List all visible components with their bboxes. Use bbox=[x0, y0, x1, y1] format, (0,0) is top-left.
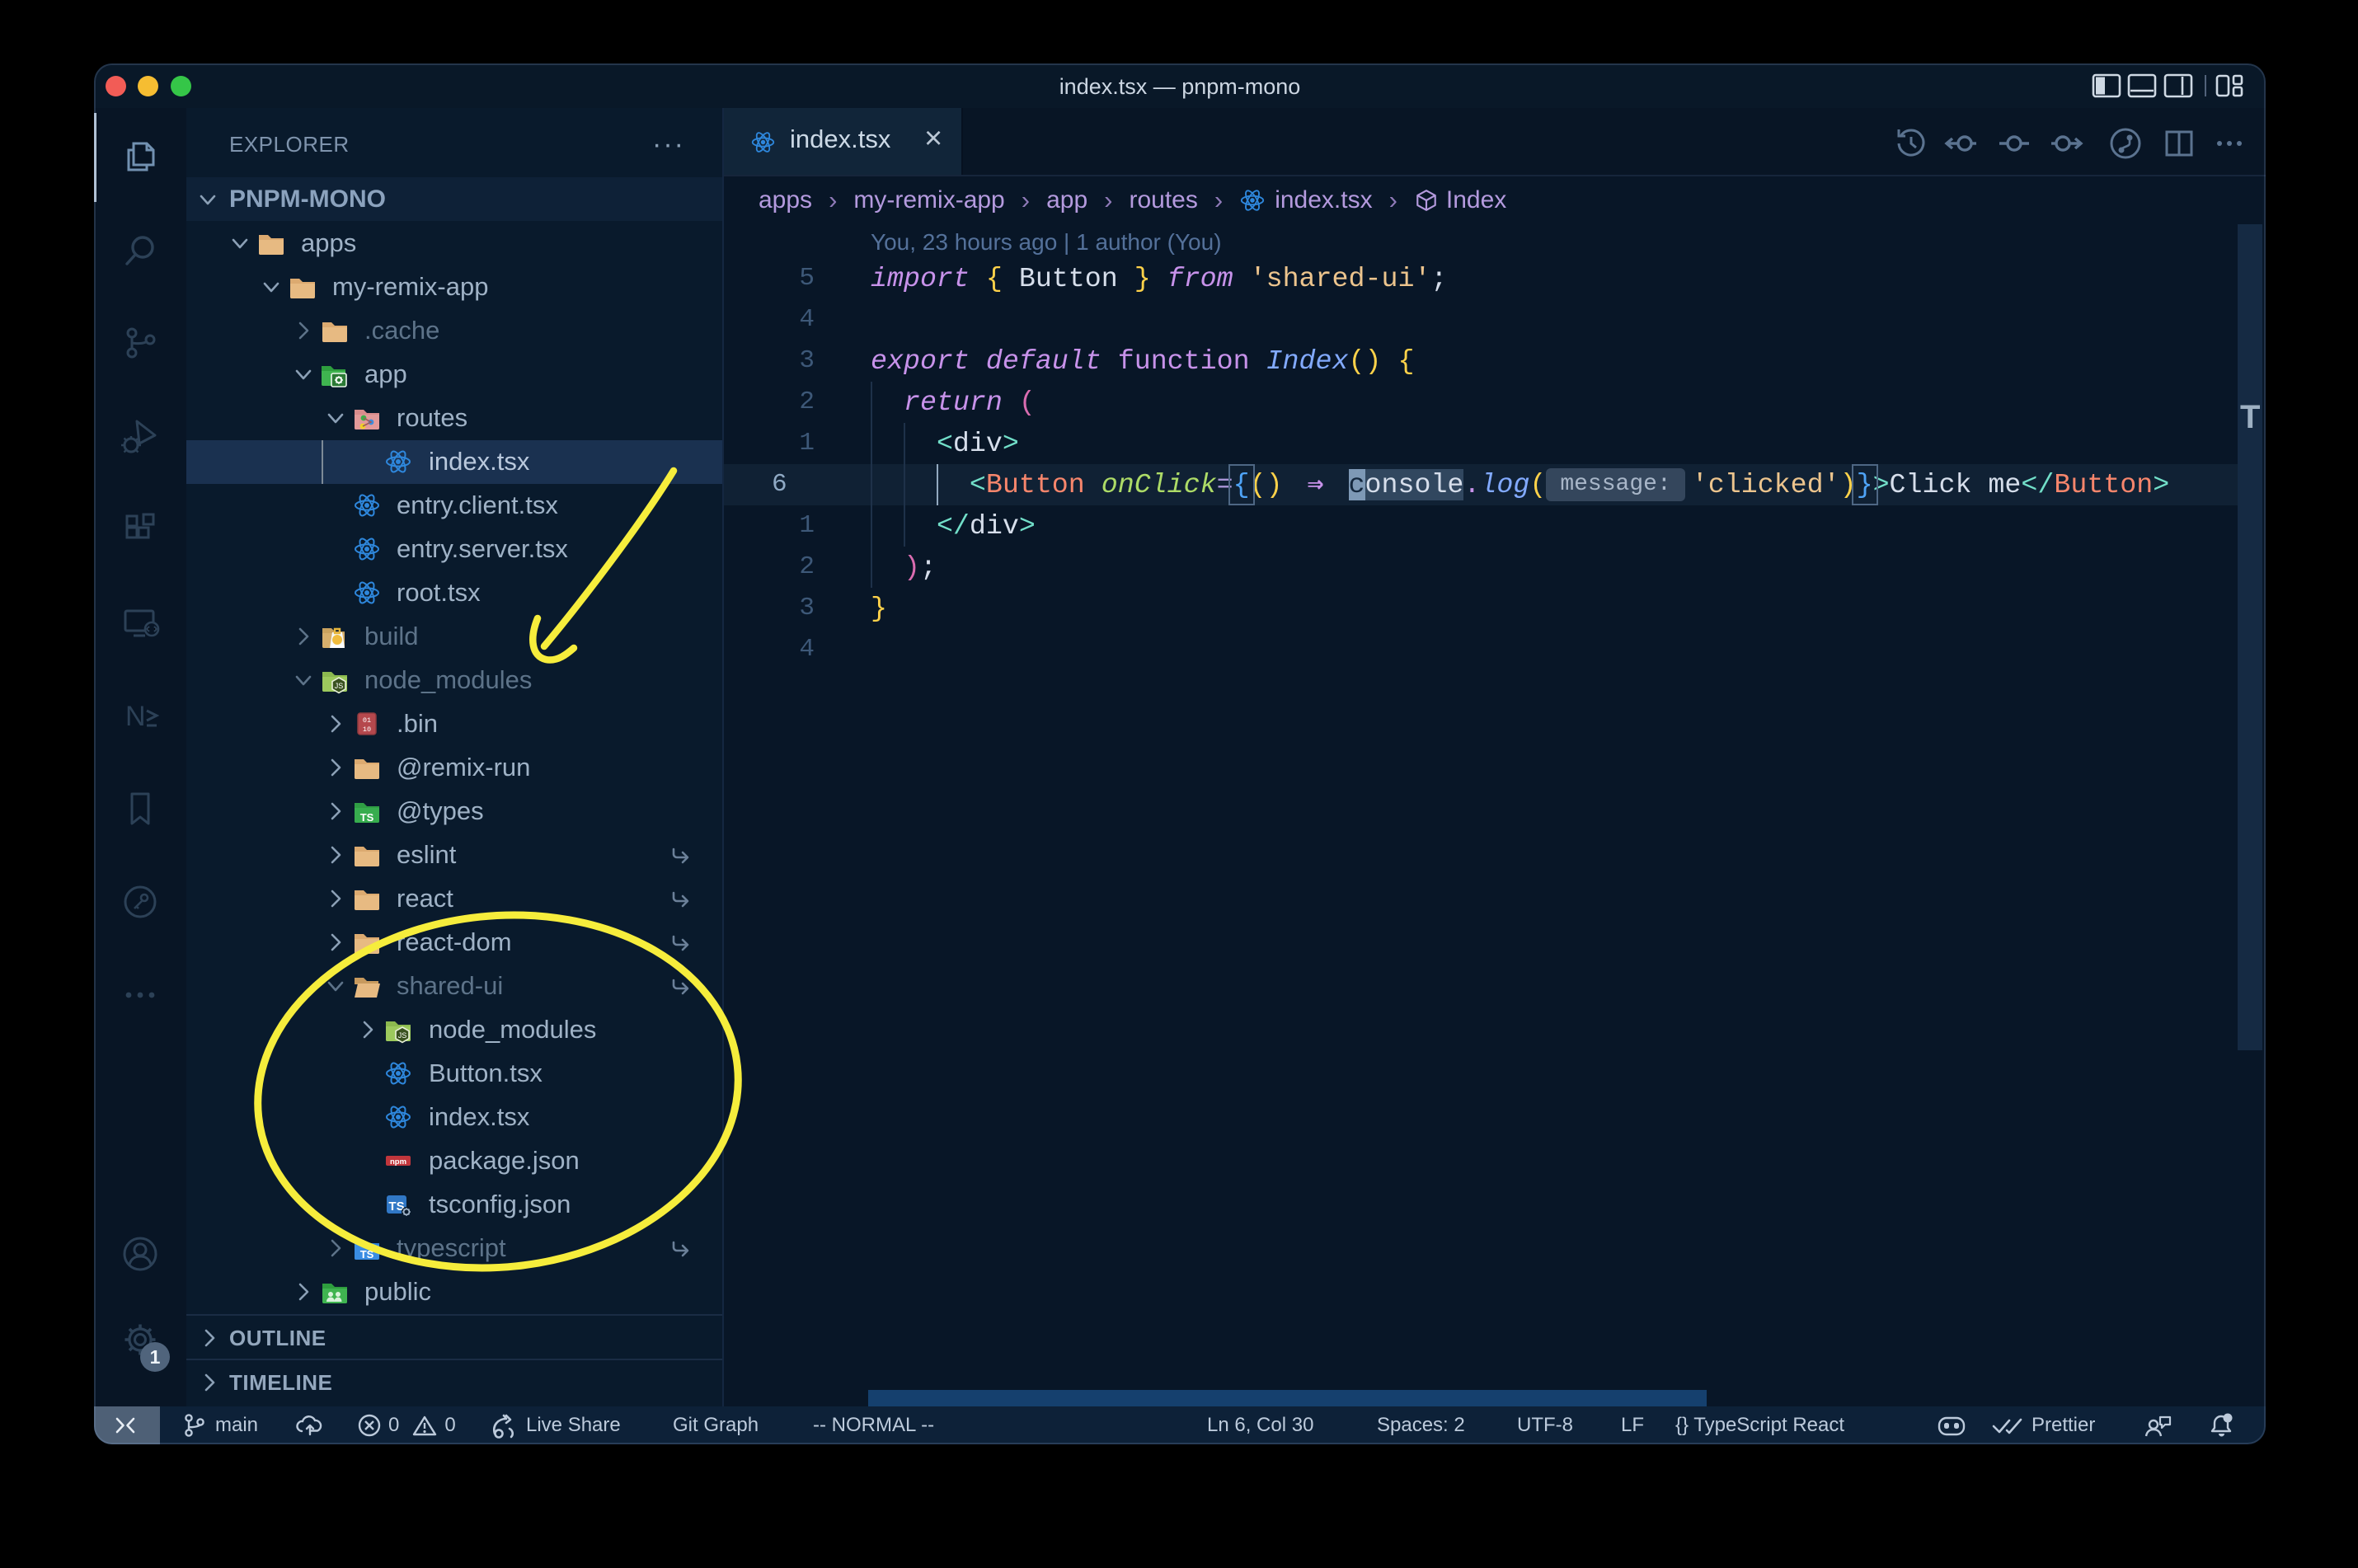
svg-text:TS: TS bbox=[360, 1248, 374, 1261]
svg-text:JS: JS bbox=[398, 1031, 407, 1040]
svg-text:01: 01 bbox=[363, 716, 371, 725]
svg-text:10: 10 bbox=[363, 725, 371, 734]
svg-text:TS: TS bbox=[360, 811, 374, 824]
svg-text:N: N bbox=[125, 701, 146, 732]
svg-text:JS: JS bbox=[335, 682, 344, 690]
svg-text:npm: npm bbox=[390, 1157, 406, 1167]
